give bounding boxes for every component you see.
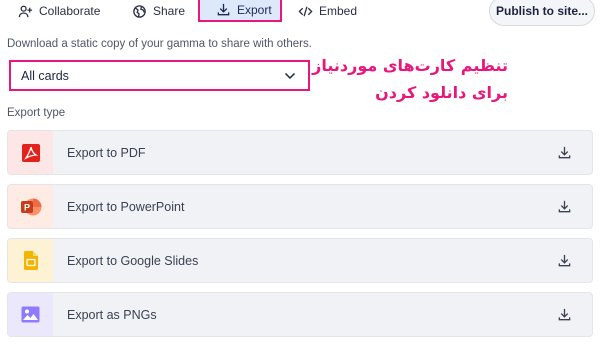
google-slides-icon-box [8, 239, 53, 282]
export-google-slides-button[interactable]: Export to Google Slides [7, 238, 593, 283]
export-powerpoint-label: Export to PowerPoint [67, 199, 185, 214]
annotation-text: تنظیم کارت‌های موردنیاز برای دانلود کردن [288, 52, 508, 106]
image-icon-box [8, 293, 53, 336]
publish-to-site-button[interactable]: Publish to site... [489, 0, 595, 26]
export-pngs-button[interactable]: Export as PNGs [7, 292, 593, 337]
add-user-icon [18, 5, 33, 17]
download-icon [558, 308, 571, 321]
export-pdf-label: Export to PDF [67, 145, 146, 160]
export-type-label: Export type [7, 107, 66, 119]
tab-bar: Collaborate Share Export Embed Publish t… [0, 0, 600, 28]
image-icon [21, 306, 40, 323]
export-powerpoint-button[interactable]: P Export to PowerPoint [7, 184, 593, 229]
tab-share[interactable]: Share [132, 0, 185, 22]
export-google-slides-label: Export to Google Slides [67, 253, 199, 268]
tab-embed[interactable]: Embed [298, 0, 357, 22]
globe-icon [133, 4, 146, 18]
tab-export-label: Export [237, 2, 272, 17]
tab-embed-label: Embed [319, 4, 358, 18]
download-icon [558, 254, 571, 267]
export-pdf-button[interactable]: Export to PDF [7, 130, 593, 175]
export-description: Download a static copy of your gamma to … [7, 38, 312, 50]
pdf-icon-box [8, 131, 53, 174]
card-selection-value: All cards [21, 68, 69, 83]
export-pngs-label: Export as PNGs [67, 307, 157, 322]
code-icon [298, 6, 313, 16]
annotation-line-1: تنظیم کارت‌های موردنیاز [312, 56, 508, 75]
tab-collaborate[interactable]: Collaborate [18, 0, 100, 22]
powerpoint-icon-box: P [8, 185, 53, 228]
download-icon [558, 146, 571, 159]
download-icon [558, 200, 571, 213]
powerpoint-icon: P [20, 198, 41, 215]
card-selection-dropdown[interactable]: All cards [9, 60, 310, 91]
tab-collaborate-label: Collaborate [39, 4, 101, 18]
pdf-icon [21, 143, 40, 162]
svg-text:P: P [23, 202, 29, 212]
tab-share-label: Share [153, 4, 186, 18]
download-icon [217, 3, 230, 16]
tab-export[interactable]: Export [198, 0, 282, 22]
annotation-line-2: برای دانلود کردن [375, 83, 508, 102]
google-slides-icon [23, 251, 38, 270]
